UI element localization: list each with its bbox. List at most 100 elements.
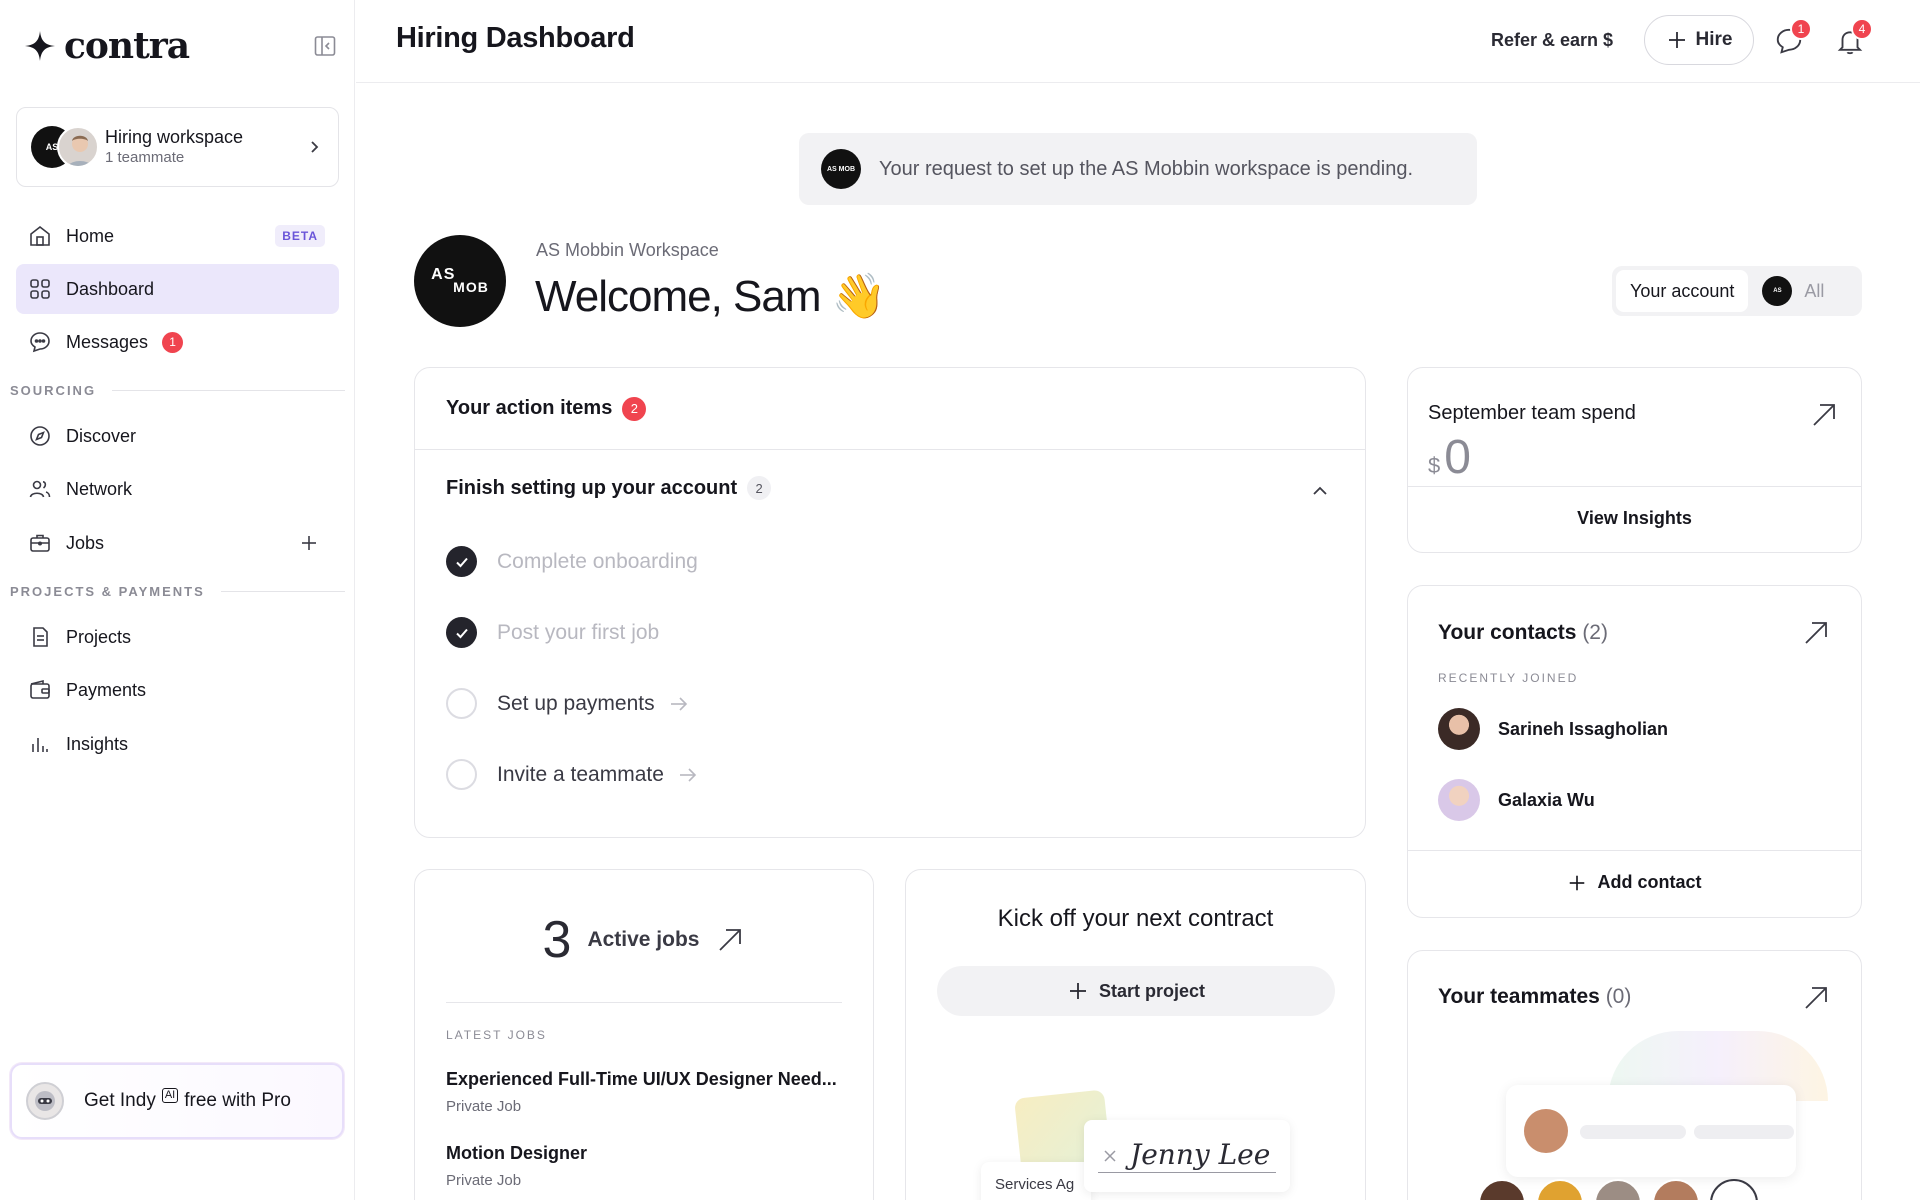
- workspace-switcher[interactable]: AS Hiring workspace 1 teammate: [16, 107, 339, 187]
- workspace-avatar: AS MOB: [821, 149, 861, 189]
- spend-amount: 0: [1444, 431, 1471, 484]
- arrow-up-right-icon: [719, 929, 742, 951]
- indy-pro-promo[interactable]: Get Indy AI free with Pro: [10, 1063, 344, 1139]
- contact-name: Galaxia Wu: [1498, 789, 1595, 810]
- section-projects-payments: PROJECTS & PAYMENTS: [10, 584, 345, 599]
- section-label: SOURCING: [10, 383, 97, 398]
- check-done-icon: [446, 546, 477, 577]
- sidebar-item-jobs[interactable]: Jobs: [16, 518, 339, 568]
- logo-line2: MOB: [453, 279, 489, 295]
- active-jobs-count: 3: [542, 911, 572, 969]
- workspace-subtitle: 1 teammate: [105, 149, 185, 166]
- task-invite-teammate[interactable]: Invite a teammate: [446, 759, 700, 790]
- compass-icon: [30, 426, 50, 446]
- chevron-up-icon[interactable]: [1309, 480, 1331, 502]
- arrow-up-right-icon[interactable]: [1809, 400, 1839, 430]
- plus-icon: [1570, 875, 1585, 890]
- contact-item[interactable]: Galaxia Wu: [1438, 779, 1595, 821]
- workspace-avatars: AS: [31, 126, 99, 168]
- workspace-mini-avatar: AS: [1762, 276, 1793, 306]
- arrow-up-right-icon[interactable]: [1801, 618, 1831, 648]
- latest-jobs-label: LATEST JOBS: [446, 1028, 547, 1042]
- promo-post: free with Pro: [184, 1090, 291, 1111]
- teammate-placeholder-card: [1506, 1085, 1796, 1177]
- task-set-up-payments[interactable]: Set up payments: [446, 688, 691, 719]
- workspace-logo: AS MOB: [414, 235, 506, 327]
- document-icon: [33, 627, 48, 647]
- contra-logo[interactable]: contra: [24, 26, 190, 66]
- sidebar-item-home[interactable]: Home BETA: [16, 211, 339, 261]
- briefcase-icon: [30, 534, 50, 552]
- job-title[interactable]: Experienced Full-Time UI/UX Designer Nee…: [446, 1069, 846, 1090]
- add-contact-button[interactable]: Add contact: [1408, 872, 1861, 893]
- sidebar-item-label: Projects: [66, 626, 132, 647]
- arrow-right-icon: [670, 696, 687, 711]
- teammates-title-text: Your teammates: [1438, 985, 1600, 1008]
- refer-earn-link[interactable]: Refer & earn $: [1491, 30, 1613, 51]
- arrow-up-right-icon[interactable]: [1801, 983, 1831, 1013]
- setup-group-count: 2: [747, 476, 772, 500]
- close-icon: [1104, 1150, 1116, 1162]
- beta-badge: BETA: [275, 225, 325, 247]
- sidebar-item-insights[interactable]: Insights: [16, 719, 339, 769]
- teammates-count: (0): [1605, 985, 1632, 1008]
- active-jobs-header[interactable]: 3 Active jobs: [415, 910, 873, 970]
- sidebar-item-payments[interactable]: Payments: [16, 665, 339, 715]
- teammates-title: Your teammates (0): [1438, 985, 1631, 1009]
- wallet-icon: [30, 679, 50, 699]
- task-post-first-job[interactable]: Post your first job: [446, 617, 659, 648]
- teammate-avatar: [1478, 1179, 1526, 1200]
- account-toggle: Your account AS All: [1612, 266, 1862, 316]
- collapse-sidebar-icon[interactable]: [313, 34, 337, 58]
- job-title[interactable]: Motion Designer: [446, 1143, 846, 1164]
- sidebar-item-dashboard[interactable]: Dashboard: [16, 264, 339, 314]
- task-label: Set up payments: [497, 691, 655, 715]
- teammate-avatar: [1710, 1179, 1758, 1200]
- ai-badge: AI: [161, 1087, 179, 1103]
- divider: [112, 390, 345, 391]
- teammates-card: Your teammates (0): [1407, 950, 1862, 1200]
- sidebar-item-label: Home: [66, 225, 115, 246]
- sidebar-item-network[interactable]: Network: [16, 464, 339, 514]
- plus-icon: [1668, 32, 1685, 48]
- task-label: Invite a teammate: [497, 762, 664, 786]
- hire-button[interactable]: Hire: [1644, 15, 1754, 65]
- teammate-avatar: [1652, 1179, 1700, 1200]
- indy-avatar-icon: [26, 1082, 64, 1120]
- contact-item[interactable]: Sarineh Issagholian: [1438, 708, 1668, 750]
- messages-button[interactable]: 1: [1774, 18, 1812, 56]
- teammate-avatars: [1478, 1179, 1758, 1200]
- top-bar: Hiring Dashboard Refer & earn $ Hire 1 4: [356, 0, 1920, 83]
- toggle-all-label: All: [1804, 280, 1825, 301]
- active-jobs-label: Active jobs: [587, 928, 700, 951]
- bar-chart-icon: [32, 738, 48, 752]
- sidebar-item-messages[interactable]: Messages 1: [16, 317, 339, 367]
- signature-card: Jenny Lee: [1084, 1120, 1290, 1192]
- divider: [1408, 486, 1861, 487]
- view-insights-button[interactable]: View Insights: [1408, 508, 1861, 529]
- messages-count-badge: 1: [1790, 18, 1812, 40]
- check-empty-icon: [446, 688, 477, 719]
- notifications-button[interactable]: 4: [1835, 18, 1873, 56]
- recently-joined-label: RECENTLY JOINED: [1438, 671, 1579, 685]
- sidebar-item-label: Insights: [66, 733, 129, 754]
- sidebar: contra AS Hiring workspace 1 teammate Ho…: [0, 0, 355, 1200]
- section-sourcing: SOURCING: [10, 383, 345, 398]
- page-title: Hiring Dashboard: [396, 22, 635, 54]
- sidebar-item-discover[interactable]: Discover: [16, 411, 339, 461]
- setup-group-header[interactable]: Finish setting up your account 2: [446, 476, 772, 500]
- sidebar-item-projects[interactable]: Projects: [16, 612, 339, 662]
- teammate-avatar: [1594, 1179, 1642, 1200]
- spend-value: $ 0: [1428, 430, 1471, 485]
- start-project-button[interactable]: Start project: [937, 966, 1335, 1016]
- divider: [446, 1002, 842, 1003]
- task-label: Post your first job: [497, 620, 660, 644]
- pending-text: Your request to set up the AS Mobbin wor…: [879, 157, 1414, 180]
- toggle-your-account[interactable]: Your account: [1616, 270, 1749, 312]
- signature-line: [1098, 1172, 1276, 1173]
- add-job-plus-icon[interactable]: [297, 531, 321, 555]
- workspace-title: Hiring workspace: [105, 127, 244, 147]
- toggle-all[interactable]: AS All: [1748, 270, 1838, 312]
- sidebar-item-label: Network: [66, 478, 133, 499]
- task-complete-onboarding[interactable]: Complete onboarding: [446, 546, 698, 577]
